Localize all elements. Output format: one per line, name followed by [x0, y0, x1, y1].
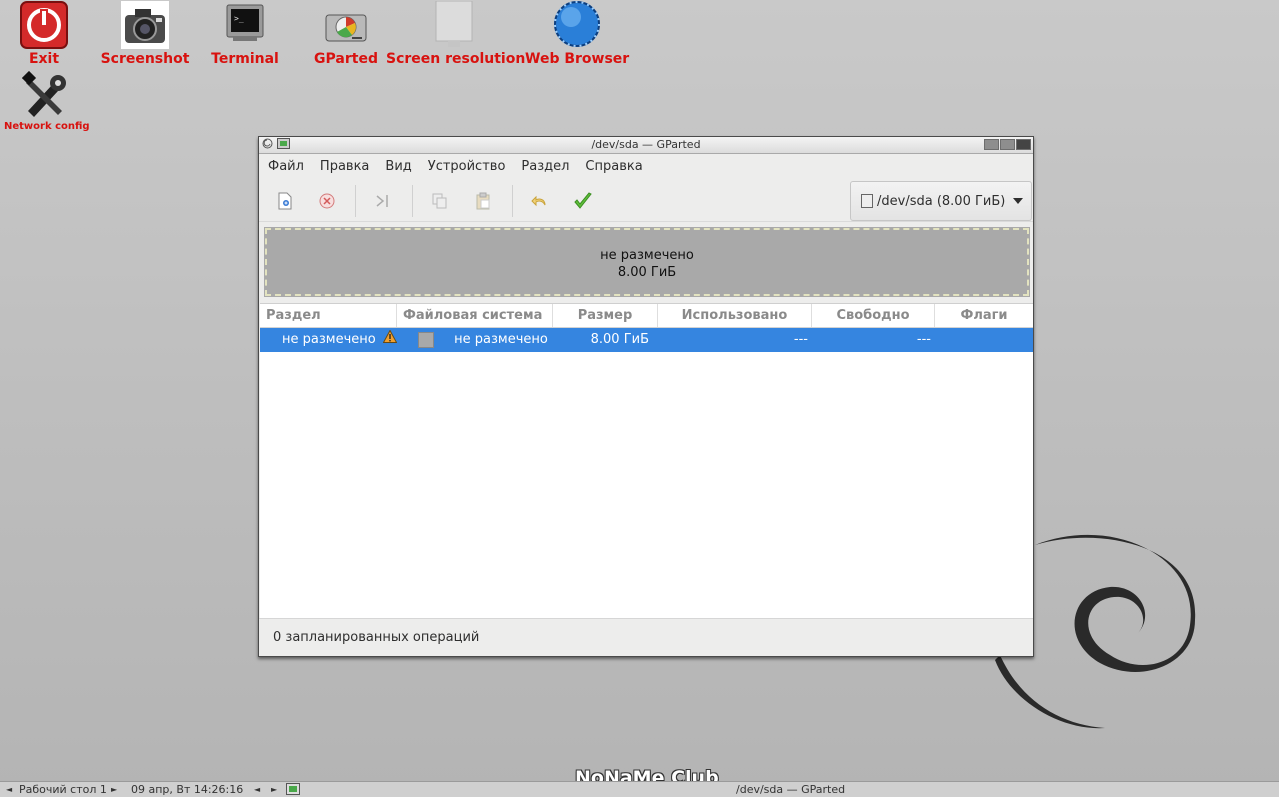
table-header: Раздел Файловая система Размер Использов…	[260, 304, 1033, 328]
monitor-icon	[430, 0, 478, 49]
desktop-icon-screen-resolution[interactable]: Screen resolution	[386, 0, 526, 67]
menu-view[interactable]: Вид	[377, 154, 419, 179]
power-icon	[20, 1, 68, 49]
cell-used: ---	[793, 332, 808, 347]
svg-text:>_: >_	[234, 14, 244, 23]
cell-flags	[935, 328, 1033, 352]
chevron-down-icon	[1013, 198, 1024, 204]
column-filesystem[interactable]: Файловая система	[397, 304, 553, 327]
new-partition-button[interactable]	[273, 189, 297, 213]
prev-task-icon[interactable]: ◄	[254, 782, 260, 797]
window-menu-icon[interactable]	[262, 138, 273, 154]
close-button[interactable]	[1016, 139, 1031, 150]
status-bar: 0 запланированных операций	[259, 618, 1033, 656]
device-selector[interactable]: /dev/sda (8.00 ГиБ)	[850, 181, 1032, 221]
maximize-button[interactable]	[1000, 139, 1015, 150]
desktop-icon-label: GParted	[314, 51, 378, 67]
window-title: /dev/sda — GParted	[591, 138, 701, 151]
cell-size: 8.00 ГиБ	[590, 332, 649, 347]
gparted-window: /dev/sda — GParted Файл Правка Вид Устро…	[258, 136, 1034, 657]
resize-icon	[376, 195, 388, 207]
desktop-icon-exit[interactable]: Exit	[14, 1, 74, 67]
menu-help[interactable]: Справка	[577, 154, 650, 179]
cell-filesystem: не размечено	[454, 332, 548, 347]
new-partition-icon	[278, 192, 292, 210]
undo-icon	[531, 195, 546, 207]
copy-icon	[432, 193, 447, 209]
delete-icon	[319, 193, 335, 209]
apply-button[interactable]	[571, 189, 595, 213]
taskbar: ◄ Рабочий стол 1 ► 09 апр, Вт 14:26:16 ◄…	[0, 781, 1279, 797]
next-task-icon[interactable]: ►	[271, 782, 277, 797]
desktop-icon-screenshot[interactable]: Screenshot	[100, 1, 190, 67]
filesystem-color-swatch	[418, 331, 434, 348]
paste-icon	[476, 192, 490, 210]
disk-icon	[861, 194, 873, 208]
copy-button[interactable]	[428, 189, 452, 213]
resize-move-button[interactable]	[371, 189, 395, 213]
table-row[interactable]: не размечено не размечено 8.00 ГиБ --- -…	[260, 328, 1033, 352]
app-icon	[277, 138, 290, 154]
camera-icon	[121, 1, 169, 49]
desktop-icon-gparted[interactable]: GParted	[309, 1, 383, 67]
menu-edit[interactable]: Правка	[312, 154, 377, 179]
terminal-icon: >_	[221, 1, 269, 49]
delete-partition-button[interactable]	[315, 189, 339, 213]
desktop-icon-network-config[interactable]: Network config	[4, 70, 90, 132]
menubar: Файл Правка Вид Устройство Раздел Справк…	[259, 154, 1033, 179]
disk-map-label: не размечено	[600, 248, 694, 263]
desktop-icon-label: Web Browser	[525, 51, 630, 67]
minimize-button[interactable]	[984, 139, 999, 150]
desktop-icon-terminal[interactable]: >_ Terminal	[207, 1, 283, 67]
window-titlebar[interactable]: /dev/sda — GParted	[259, 137, 1033, 154]
desktop-icon-label: Screen resolution	[386, 51, 526, 67]
column-partition[interactable]: Раздел	[260, 304, 397, 327]
disk-icon	[322, 1, 370, 49]
cell-free: ---	[916, 332, 931, 347]
prev-desktop-icon[interactable]: ◄	[6, 782, 12, 797]
paste-button[interactable]	[471, 189, 495, 213]
task-app-icon[interactable]	[286, 783, 300, 797]
device-selector-label: /dev/sda (8.00 ГиБ)	[877, 193, 1006, 209]
next-desktop-icon[interactable]: ►	[111, 782, 117, 797]
column-free[interactable]: Свободно	[812, 304, 935, 327]
cell-partition: не размечено	[282, 332, 376, 347]
desktop-name[interactable]: Рабочий стол 1	[19, 782, 107, 797]
desktop-icon-label: Screenshot	[100, 51, 190, 67]
desktop-icon-label: Terminal	[211, 51, 279, 67]
partition-table: Раздел Файловая система Размер Использов…	[260, 303, 1033, 618]
toolbar: /dev/sda (8.00 ГиБ)	[259, 179, 1033, 222]
column-used[interactable]: Использовано	[658, 304, 812, 327]
menu-device[interactable]: Устройство	[420, 154, 514, 179]
globe-icon	[553, 1, 601, 49]
tools-icon	[21, 70, 70, 119]
desktop-icon-label: Network config	[4, 121, 90, 132]
desktop-icon-label: Exit	[28, 51, 60, 67]
warning-icon	[382, 328, 397, 351]
column-size[interactable]: Размер	[553, 304, 658, 327]
clock: 09 апр, Вт 14:26:16	[131, 783, 244, 796]
taskbar-window-button[interactable]: /dev/sda — GParted	[736, 782, 845, 797]
disk-map-unallocated[interactable]: не размечено 8.00 ГиБ	[264, 227, 1030, 297]
menu-file[interactable]: Файл	[260, 154, 312, 179]
checkmark-icon	[574, 192, 592, 209]
column-flags[interactable]: Флаги	[935, 304, 1033, 327]
menu-partition[interactable]: Раздел	[513, 154, 577, 179]
undo-button[interactable]	[528, 189, 552, 213]
disk-map-size: 8.00 ГиБ	[617, 265, 677, 280]
desktop-icon-web-browser[interactable]: Web Browser	[525, 1, 629, 67]
